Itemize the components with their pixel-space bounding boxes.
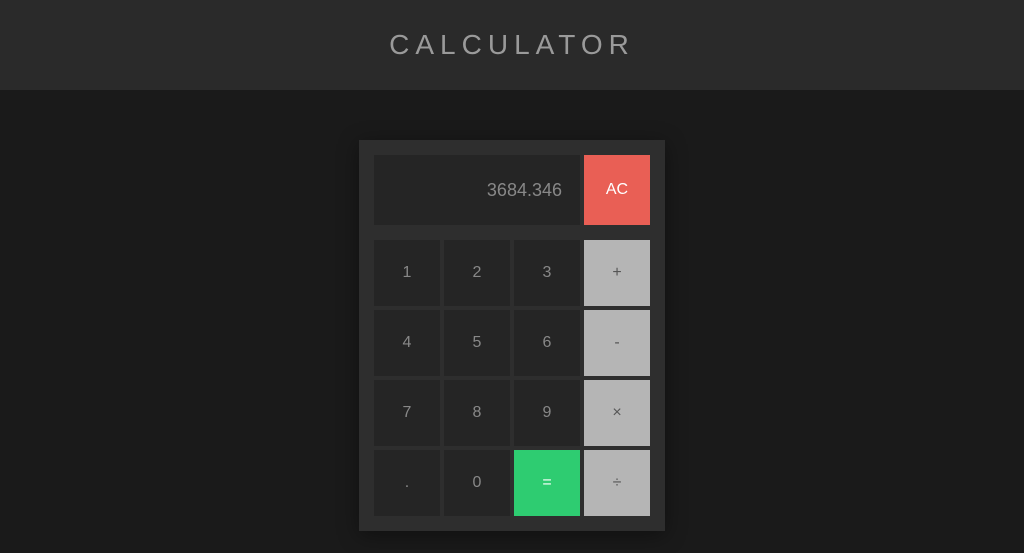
calculator: 3684.346 AC 1 2 3 + 4 5 6 - 7 8 9 × . 0 …: [359, 140, 665, 531]
divide-button[interactable]: ÷: [584, 450, 650, 516]
digit-6-button[interactable]: 6: [514, 310, 580, 376]
calculator-display: 3684.346: [374, 155, 580, 225]
add-button[interactable]: +: [584, 240, 650, 306]
app-header: CALCULATOR: [0, 0, 1024, 90]
digit-9-button[interactable]: 9: [514, 380, 580, 446]
display-row: 3684.346 AC: [374, 155, 650, 225]
digit-8-button[interactable]: 8: [444, 380, 510, 446]
digit-5-button[interactable]: 5: [444, 310, 510, 376]
digit-3-button[interactable]: 3: [514, 240, 580, 306]
button-grid: 1 2 3 + 4 5 6 - 7 8 9 × . 0 = ÷: [374, 240, 650, 516]
subtract-button[interactable]: -: [584, 310, 650, 376]
digit-0-button[interactable]: 0: [444, 450, 510, 516]
multiply-button[interactable]: ×: [584, 380, 650, 446]
equals-button[interactable]: =: [514, 450, 580, 516]
digit-7-button[interactable]: 7: [374, 380, 440, 446]
header-title: CALCULATOR: [389, 29, 635, 61]
digit-2-button[interactable]: 2: [444, 240, 510, 306]
digit-4-button[interactable]: 4: [374, 310, 440, 376]
decimal-button[interactable]: .: [374, 450, 440, 516]
digit-1-button[interactable]: 1: [374, 240, 440, 306]
clear-button[interactable]: AC: [584, 155, 650, 225]
calculator-container: 3684.346 AC 1 2 3 + 4 5 6 - 7 8 9 × . 0 …: [0, 90, 1024, 531]
